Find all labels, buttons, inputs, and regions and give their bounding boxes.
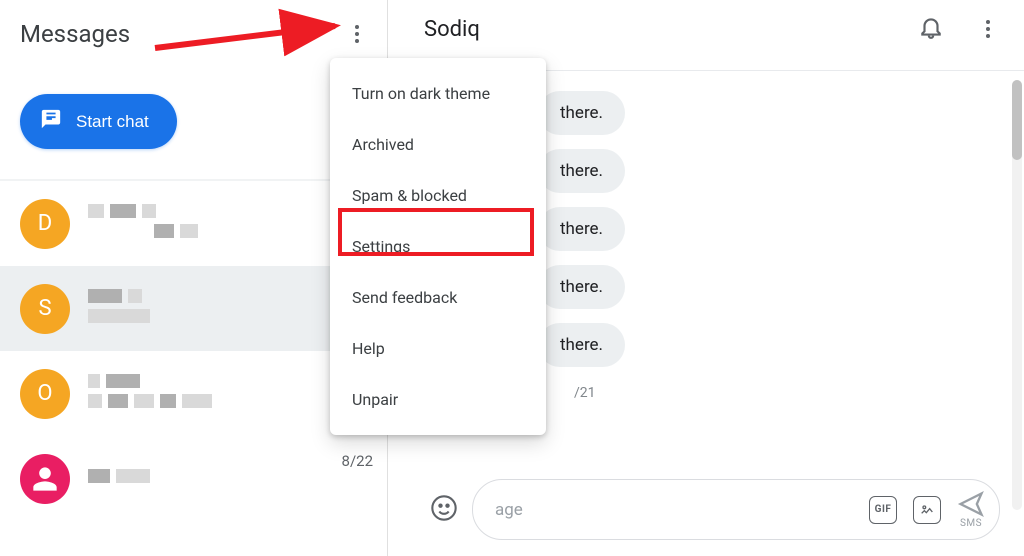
conversation-row[interactable]: 8/22 bbox=[0, 436, 387, 521]
scrollbar[interactable] bbox=[1012, 80, 1022, 510]
menu-settings[interactable]: Settings bbox=[330, 221, 546, 272]
menu-dark-theme[interactable]: Turn on dark theme bbox=[330, 68, 546, 119]
attach-image-icon[interactable] bbox=[913, 496, 941, 524]
start-chat-button[interactable]: Start chat bbox=[20, 94, 177, 149]
menu-spam-blocked[interactable]: Spam & blocked bbox=[330, 170, 546, 221]
send-button[interactable]: SMS bbox=[957, 490, 985, 529]
message-bubble: there. bbox=[538, 91, 625, 135]
menu-unpair[interactable]: Unpair bbox=[330, 374, 546, 425]
message-bubble: there. bbox=[538, 323, 625, 367]
message-bubble: there. bbox=[538, 265, 625, 309]
avatar bbox=[20, 454, 70, 504]
gif-icon[interactable]: GIF bbox=[869, 496, 897, 524]
overflow-menu: Turn on dark theme Archived Spam & block… bbox=[330, 58, 546, 435]
conversation-date: 8/22 bbox=[342, 452, 373, 470]
menu-help[interactable]: Help bbox=[330, 323, 546, 374]
date-separator: /21 bbox=[574, 385, 1024, 401]
compose-bar: age GIF SMS bbox=[430, 479, 1000, 540]
menu-send-feedback[interactable]: Send feedback bbox=[330, 272, 546, 323]
conversation-list: D 8/31 S 8/31 O 8/22 bbox=[0, 179, 387, 521]
contact-name: Sodiq bbox=[424, 17, 480, 42]
sidebar-header: Messages bbox=[0, 0, 387, 74]
message-bubble: there. bbox=[538, 149, 625, 193]
chat-more-menu-button[interactable] bbox=[976, 17, 1000, 41]
avatar: O bbox=[20, 369, 70, 419]
compose-input[interactable]: age GIF SMS bbox=[472, 479, 1000, 540]
conversation-row[interactable]: O 8/22 bbox=[0, 351, 387, 436]
conversation-row[interactable]: D 8/31 bbox=[0, 181, 387, 266]
avatar: D bbox=[20, 199, 70, 249]
compose-placeholder: age bbox=[495, 500, 853, 520]
menu-archived[interactable]: Archived bbox=[330, 119, 546, 170]
app-title: Messages bbox=[20, 20, 130, 48]
chat-icon bbox=[40, 108, 62, 135]
notifications-icon[interactable] bbox=[918, 14, 944, 44]
avatar: S bbox=[20, 284, 70, 334]
conversation-row[interactable]: S 8/31 bbox=[0, 266, 387, 351]
start-chat-label: Start chat bbox=[76, 112, 149, 132]
message-bubble: there. bbox=[538, 207, 625, 251]
emoji-icon[interactable] bbox=[430, 494, 458, 526]
send-label: SMS bbox=[960, 518, 982, 529]
more-menu-button[interactable] bbox=[345, 22, 369, 46]
